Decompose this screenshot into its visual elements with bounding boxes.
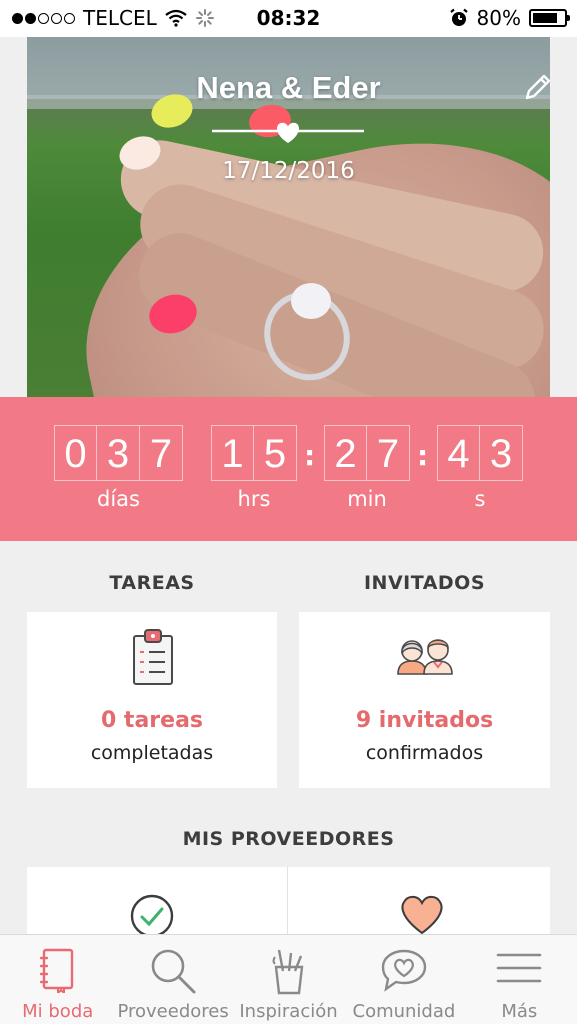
- countdown-seconds-label: s: [474, 487, 486, 511]
- tasks-count: 0 tareas: [100, 708, 204, 733]
- countdown-separator: :: [417, 439, 429, 472]
- countdown-digit: 2: [324, 425, 367, 481]
- countdown-digit: 7: [140, 425, 183, 481]
- couple-icon: [397, 639, 453, 675]
- tab-comunidad[interactable]: Comunidad: [346, 935, 461, 1024]
- countdown-minutes-label: min: [347, 487, 387, 511]
- tasks-subtitle: completadas: [90, 742, 214, 764]
- countdown-days: 0 3 7: [54, 425, 183, 481]
- countdown-hours: 1 5: [211, 425, 297, 481]
- check-circle-icon: [130, 894, 174, 938]
- tasks-card[interactable]: 0 tareas completadas: [27, 612, 277, 788]
- countdown-digit: 5: [254, 425, 297, 481]
- countdown-digit: 4: [437, 425, 480, 481]
- edit-pencil-icon[interactable]: [521, 70, 555, 104]
- guests-subtitle: confirmados: [365, 742, 484, 764]
- guests-card[interactable]: 9 invitados confirmados: [299, 612, 550, 788]
- wedding-countdown: 0 3 7 1 5 : 2 7 : 4 3 días hrs min s: [0, 397, 577, 541]
- chat-heart-icon: [381, 949, 427, 992]
- status-bar: TELCEL 08:32 80%: [0, 0, 577, 37]
- countdown-minutes: 2 7: [324, 425, 410, 481]
- heart-icon: [401, 895, 443, 935]
- countdown-digit: 7: [367, 425, 410, 481]
- tab-label: Más: [501, 1001, 538, 1022]
- countdown-digit: 1: [211, 425, 254, 481]
- battery-icon: [529, 9, 570, 27]
- guests-count: 9 invitados: [355, 708, 494, 733]
- vendors-section-title: MIS PROVEEDORES: [182, 828, 395, 850]
- paint-cup-icon: [272, 949, 303, 995]
- tab-proveedores[interactable]: Proveedores: [115, 935, 230, 1024]
- tab-mas[interactable]: Más: [462, 935, 577, 1024]
- menu-icon: [497, 953, 542, 983]
- wedding-date: 17/12/2016: [222, 158, 355, 184]
- countdown-separator: :: [304, 439, 316, 472]
- countdown-digit: 0: [54, 425, 97, 481]
- tab-label: Mi boda: [22, 1001, 94, 1022]
- countdown-digit: 3: [97, 425, 140, 481]
- alarm-icon: [449, 8, 468, 26]
- tasks-section-title: TAREAS: [109, 572, 195, 594]
- countdown-digit: 3: [480, 425, 523, 481]
- bottom-tab-bar: Mi boda Proveedores Inspiración Comunida…: [0, 934, 577, 1024]
- tab-label: Proveedores: [117, 1001, 229, 1022]
- countdown-days-label: días: [97, 487, 140, 511]
- tab-inspiracion[interactable]: Inspiración: [231, 935, 346, 1024]
- tab-label: Inspiración: [239, 1001, 338, 1022]
- battery-percent: 80%: [476, 6, 521, 30]
- heart-divider-icon: [212, 122, 364, 143]
- guests-section-title: INVITADOS: [363, 572, 486, 594]
- clipboard-checklist-icon: [133, 629, 173, 685]
- tab-label: Comunidad: [352, 1001, 456, 1022]
- tab-mi-boda[interactable]: Mi boda: [0, 935, 115, 1024]
- status-bar-right: 80%: [449, 6, 570, 30]
- countdown-seconds: 4 3: [437, 425, 523, 481]
- countdown-hours-label: hrs: [237, 487, 271, 511]
- couple-names: Nena & Eder: [196, 70, 381, 105]
- search-icon: [151, 949, 196, 994]
- notebook-icon: [39, 948, 73, 993]
